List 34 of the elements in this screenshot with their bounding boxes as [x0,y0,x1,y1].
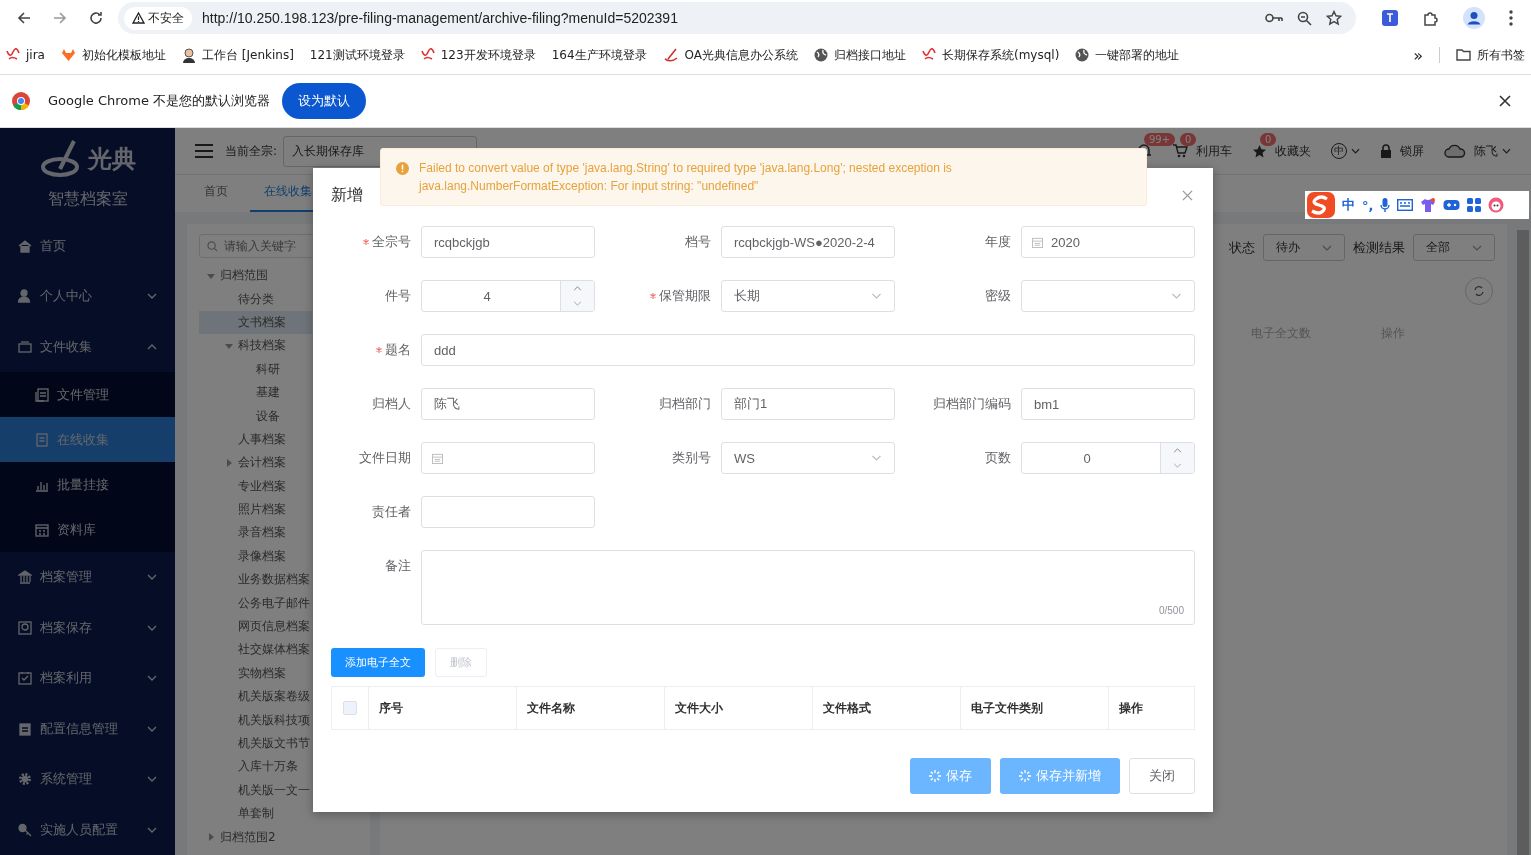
field-label: 备注 [385,557,411,575]
filter-label: 状态 [1229,238,1255,257]
column-header: 操作 [1108,687,1196,729]
column-header: 文件大小 [664,687,812,729]
cart-count-badge: 0 [1180,132,1197,146]
notification-badge: 99+ [1144,133,1176,146]
favorites-count-badge: 0 [1260,132,1277,146]
column-header: 序号 [368,687,516,729]
filter-label: 检测结果 [1353,238,1405,257]
field-label: 保管期限 [659,287,711,305]
field-label: 件号 [385,287,411,305]
column-header: 文件格式 [812,687,960,729]
field-label: 密级 [985,287,1011,305]
infobar-message: Google Chrome 不是您的默认浏览器 [48,92,271,110]
field-label: 题名 [385,341,411,359]
field-label: 文件日期 [359,449,411,467]
field-label: 类别号 [672,449,711,467]
field-label: 年度 [985,233,1011,251]
logo-text: 光典 [87,143,136,175]
column-header: 电子文件类别 [960,687,1108,729]
field-label: 归档人 [372,395,411,413]
dialog-title: 新增 [331,185,363,206]
field-label: 档号 [685,233,711,251]
char-counter: 0/500 [1158,605,1184,616]
column-header: 文件名称 [516,687,664,729]
field-label: 全宗号 [372,233,411,251]
app-subtitle: 智慧档案室 [47,188,128,210]
field-label: 页数 [985,449,1011,467]
url-text: http://10.250.198.123/pre-filing-management/archive-filing?menuId=5202391 [202,10,679,26]
error-message: Failed to convert value of type 'java.lang.String' to required type 'java.lang.Long'; nested exception is java.lang.NumberFormatException: For input string: "undefined" [419,160,953,195]
fonds-label: 当前全宗: [225,142,278,160]
field-label: 责任者 [372,503,411,521]
field-label: 归档部门编码 [933,395,1011,413]
field-label: 归档部门 [659,395,711,413]
